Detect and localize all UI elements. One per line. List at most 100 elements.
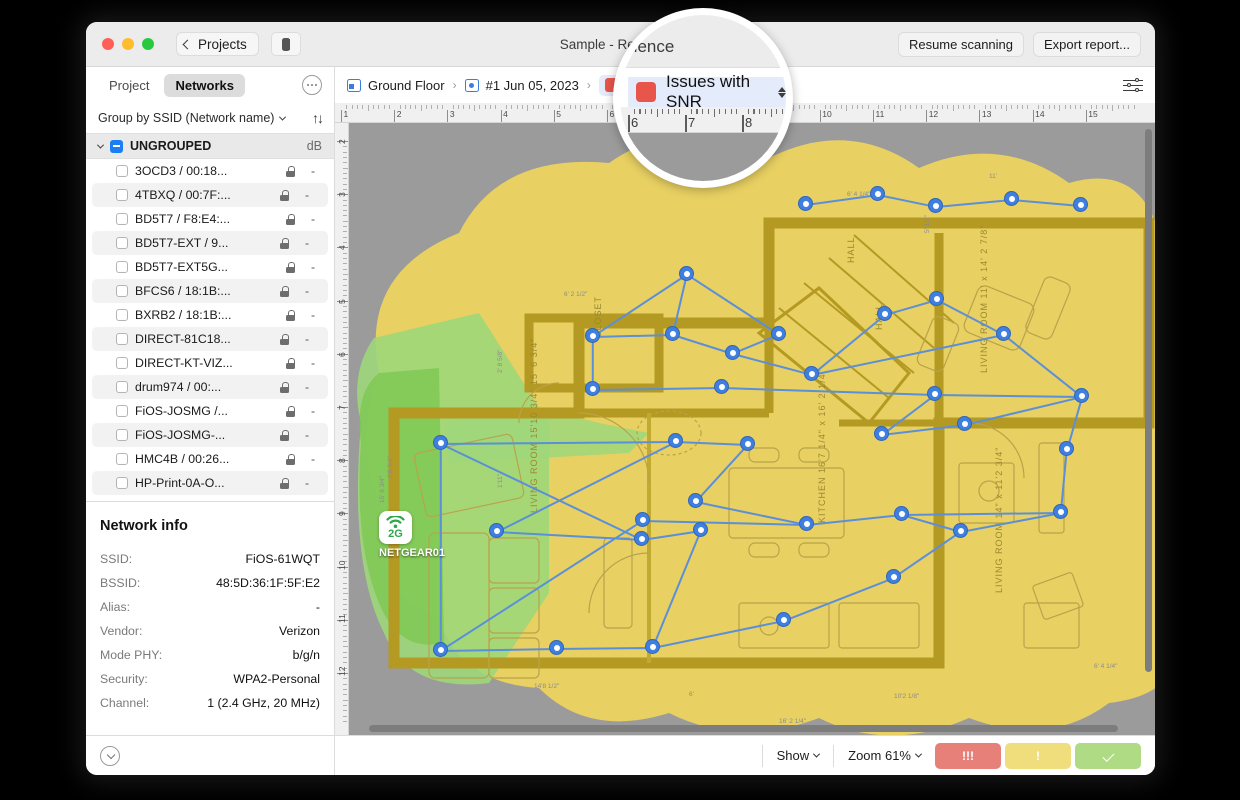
network-list-item[interactable]: HP-Print-0A-O...- [92, 471, 328, 495]
more-options-icon[interactable] [302, 75, 322, 95]
measurement-point[interactable] [489, 523, 504, 538]
measurement-point[interactable] [740, 436, 755, 451]
measurement-point[interactable] [668, 433, 683, 448]
measurement-point[interactable] [957, 416, 972, 431]
measurement-point[interactable] [635, 512, 650, 527]
access-point-marker[interactable]: 2G NETGEAR01 [379, 511, 445, 559]
network-checkbox[interactable] [116, 381, 128, 393]
measurement-point[interactable] [1074, 388, 1089, 403]
sidebar-toggle-button[interactable] [271, 32, 301, 56]
network-list-item[interactable]: BD5T7-EXT5G...- [86, 255, 334, 279]
network-checkbox[interactable] [116, 357, 128, 369]
measurement-point[interactable] [433, 435, 448, 450]
measurement-point[interactable] [1073, 197, 1088, 212]
zoom-button[interactable] [142, 38, 154, 50]
status-critical-button[interactable]: !!! [935, 743, 1001, 769]
measurement-point[interactable] [665, 326, 680, 341]
resume-scanning-button[interactable]: Resume scanning [898, 32, 1024, 57]
network-list-item[interactable]: BXRB2 / 18:1B:...- [86, 303, 334, 327]
minimize-button[interactable] [122, 38, 134, 50]
measurement-point[interactable] [693, 522, 708, 537]
measurement-point[interactable] [776, 612, 791, 627]
export-report-button[interactable]: Export report... [1033, 32, 1141, 57]
measurement-point[interactable] [549, 640, 564, 655]
ruler-label: 12 [337, 667, 347, 676]
show-menu-button[interactable]: Show [763, 748, 834, 763]
measurement-point[interactable] [996, 326, 1011, 341]
network-list-item[interactable]: DIRECT-KT-VIZ...- [86, 351, 334, 375]
measurement-point[interactable] [1059, 441, 1074, 456]
network-list-item[interactable]: HMC4B / 00:26...- [86, 447, 334, 471]
network-list-item[interactable]: BD5T7-EXT / 9...- [92, 231, 328, 255]
magnifier-ruler-minor-tick [634, 109, 635, 114]
measurement-point[interactable] [771, 326, 786, 341]
measurement-point[interactable] [645, 639, 660, 654]
network-checkbox[interactable] [116, 285, 128, 297]
measurement-point[interactable] [1053, 504, 1068, 519]
back-to-projects-button[interactable]: Projects [176, 32, 259, 56]
measurement-point[interactable] [688, 493, 703, 508]
network-checkbox[interactable] [116, 189, 128, 201]
network-checkbox[interactable] [116, 237, 128, 249]
measurement-point[interactable] [894, 506, 909, 521]
measurement-point[interactable] [433, 642, 448, 657]
ruler-minor-tick [1011, 105, 1012, 109]
network-checkbox[interactable] [116, 261, 128, 273]
measurement-point[interactable] [799, 516, 814, 531]
map-canvas-container[interactable]: 23456789101112 [335, 123, 1155, 735]
measurement-point[interactable] [929, 291, 944, 306]
network-checkbox[interactable] [116, 453, 128, 465]
network-checkbox[interactable] [116, 309, 128, 321]
measurement-point[interactable] [798, 196, 813, 211]
measurement-point[interactable] [585, 328, 600, 343]
network-list-item[interactable]: BD5T7 / F8:E4:...- [86, 207, 334, 231]
measurement-point[interactable] [870, 186, 885, 201]
network-list-item[interactable]: drum974 / 00:...- [92, 375, 328, 399]
measurement-point[interactable] [679, 266, 694, 281]
measurement-point[interactable] [886, 569, 901, 584]
measurement-point[interactable] [927, 386, 942, 401]
network-checkbox[interactable] [116, 477, 128, 489]
tab-project[interactable]: Project [98, 74, 160, 97]
disclosure-chevron-icon[interactable] [97, 141, 104, 148]
network-list-item[interactable]: FiOS-JOSMG /...- [86, 399, 334, 423]
measurement-point[interactable] [874, 426, 889, 441]
sort-arrows-icon[interactable]: ↑↓ [312, 110, 322, 126]
measurement-point[interactable] [953, 523, 968, 538]
measurement-point[interactable] [634, 531, 649, 546]
measurement-point[interactable] [1004, 191, 1019, 206]
ruler-minor-tick [586, 105, 587, 109]
measurement-point[interactable] [585, 381, 600, 396]
measurement-point[interactable] [804, 366, 819, 381]
status-ok-button[interactable] [1075, 743, 1141, 769]
status-warning-button[interactable]: ! [1005, 743, 1071, 769]
group-checkbox[interactable] [110, 140, 123, 153]
heatmap-canvas[interactable]: LIVING ROOM 11' x 14' 2 7/8"KITCHEN 16'7… [349, 123, 1155, 735]
magnifier-visualization-selector[interactable]: Issues with SNR [628, 77, 786, 107]
network-list-item[interactable]: 3OCD3 / 00:18...- [86, 159, 334, 183]
measurement-point[interactable] [928, 198, 943, 213]
network-checkbox[interactable] [116, 333, 128, 345]
measurement-point[interactable] [877, 306, 892, 321]
horizontal-scrollbar[interactable] [369, 725, 1141, 732]
network-list-item[interactable]: DIRECT-81C18...- [92, 327, 328, 351]
network-checkbox[interactable] [116, 213, 128, 225]
network-checkbox[interactable] [116, 405, 128, 417]
network-checkbox[interactable] [116, 429, 128, 441]
network-checkbox[interactable] [116, 165, 128, 177]
zoom-menu-button[interactable]: Zoom 61% [834, 748, 935, 763]
vertical-scrollbar[interactable] [1145, 129, 1152, 719]
measurement-point[interactable] [725, 345, 740, 360]
breadcrumb-survey[interactable]: #1 Jun 05, 2023 [486, 78, 579, 93]
network-list-item[interactable]: 4TBXQ / 00:7F:...- [92, 183, 328, 207]
measurement-point[interactable] [714, 379, 729, 394]
close-button[interactable] [102, 38, 114, 50]
breadcrumb-floor[interactable]: Ground Floor [368, 78, 445, 93]
visualization-settings-icon[interactable] [1123, 77, 1143, 93]
tab-networks[interactable]: Networks [164, 74, 245, 97]
network-list-item[interactable]: FiOS-JOSMG-...- [92, 423, 328, 447]
group-by-control[interactable]: Group by SSID (Network name) ↑↓ [86, 103, 334, 133]
network-list-item[interactable]: BFCS6 / 18:1B:...- [92, 279, 328, 303]
group-header-ungrouped[interactable]: UNGROUPED dB [86, 133, 334, 159]
collapse-chevron-icon[interactable] [100, 746, 120, 766]
